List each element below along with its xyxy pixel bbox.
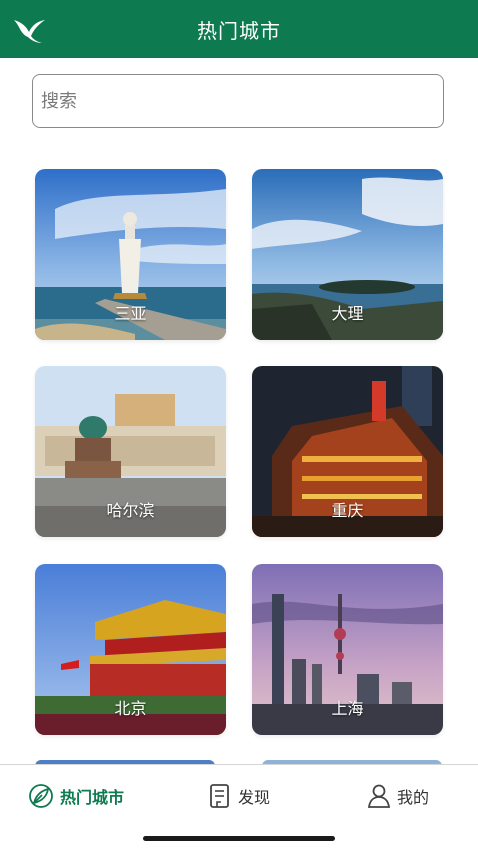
page-title: 热门城市 [197,18,281,43]
search-box[interactable] [32,74,444,128]
city-card-chongqing[interactable]: 重庆 [252,366,443,537]
header-bar: 热门城市 [0,0,478,58]
bird-icon[interactable] [12,12,46,46]
city-name: 上海 [331,699,364,718]
search-input[interactable] [33,90,443,112]
city-card-sanya[interactable]: 三亚 [35,169,226,340]
notebook-icon [210,784,229,808]
tab-label: 我的 [397,788,430,807]
city-name: 重庆 [331,501,364,520]
city-card-harbin[interactable]: 哈尔滨 [35,366,226,537]
tab-mine[interactable]: 我的 [367,779,429,813]
city-card-dali[interactable]: 大理 [252,169,443,340]
city-card-beijing[interactable]: 北京 [35,564,226,735]
user-icon [367,784,391,808]
city-name: 北京 [114,699,147,718]
city-name: 大理 [331,304,364,323]
home-indicator [143,836,335,841]
city-name: 三亚 [114,304,147,323]
tab-hot-cities[interactable]: 热门城市 [28,779,124,813]
tab-discover[interactable]: 发现 [208,779,270,813]
city-card-shanghai[interactable]: 上海 [252,564,443,735]
leaf-icon [29,784,53,808]
city-name: 哈尔滨 [106,501,155,520]
tab-label: 发现 [238,788,271,807]
bottom-tab-bar: 热门城市 发现 我的 [0,764,478,831]
tab-label: 热门城市 [60,788,125,807]
app-root: 热门城市 搜索 三亚 大理 哈尔滨 重庆 北京 上海 热门城市 发现 我的 [0,0,478,850]
